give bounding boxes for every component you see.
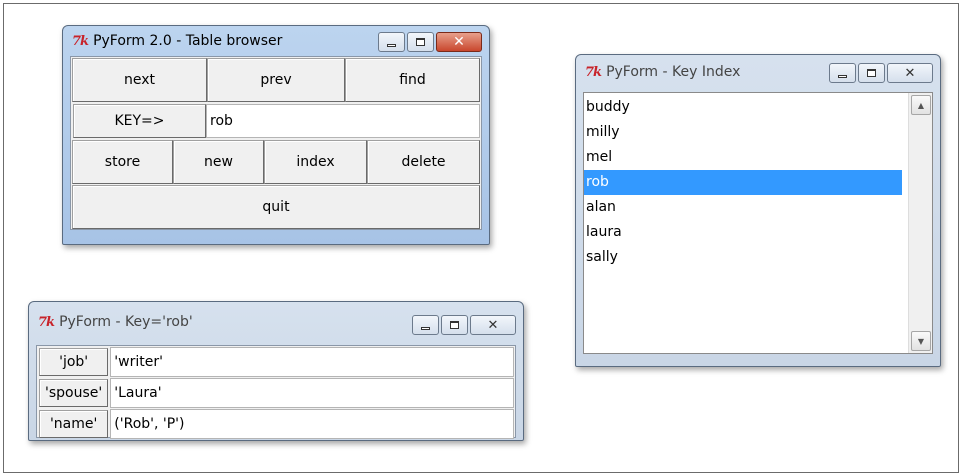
field-row: 'job''writer' (38, 347, 514, 377)
window-title: PyForm - Key='rob' (59, 314, 193, 330)
maximize-button[interactable] (407, 32, 434, 52)
field-row: 'name' ('Rob', 'P') (38, 409, 514, 439)
record-fields: 'job''writer''spouse' 'Laura''name' ('Rob'… (38, 347, 514, 439)
close-icon: ✕ (487, 317, 499, 333)
record-client: 'job''writer''spouse' 'Laura''name' ('Rob'… (36, 345, 516, 439)
tk-feather-icon: 7k (38, 314, 55, 330)
key-index-titlebar[interactable]: 7k PyForm - Key Index ✕ (583, 55, 933, 89)
minimize-icon (421, 326, 430, 330)
vertical-scrollbar[interactable]: ▲ ▼ (908, 93, 932, 353)
field-key-label: 'job' (39, 348, 109, 376)
minimize-button[interactable] (412, 315, 439, 335)
key-index-listbox[interactable]: buddy milly mel rob alan laura sally ▲ ▼ (583, 92, 933, 354)
list-item[interactable]: rob (584, 170, 902, 195)
minimize-icon (387, 43, 396, 47)
table-browser-window: 7k PyForm 2.0 - Table browser ✕ next pre… (62, 25, 490, 245)
list-item[interactable]: alan (584, 195, 902, 220)
scroll-down-button[interactable]: ▼ (911, 331, 931, 351)
maximize-button[interactable] (441, 315, 468, 335)
list-item[interactable]: sally (584, 245, 902, 270)
scroll-up-icon: ▲ (917, 100, 925, 110)
field-value-input[interactable]: 'Laura' (110, 378, 514, 408)
scroll-down-icon: ▼ (917, 336, 925, 346)
close-icon: ✕ (904, 65, 916, 81)
close-button[interactable]: ✕ (436, 32, 482, 52)
maximize-button[interactable] (858, 63, 885, 83)
field-key-label: 'name' (39, 410, 109, 438)
key-label-button[interactable]: KEY=> (73, 104, 206, 138)
list-item[interactable]: laura (584, 220, 902, 245)
minimize-button[interactable] (378, 32, 405, 52)
next-button[interactable]: next (72, 58, 207, 102)
find-button[interactable]: find (345, 58, 480, 102)
delete-button[interactable]: delete (367, 140, 480, 184)
quit-button[interactable]: quit (72, 185, 480, 229)
close-button[interactable]: ✕ (470, 315, 516, 335)
key-list: buddy milly mel rob alan laura sally (584, 95, 902, 270)
list-item[interactable]: mel (584, 145, 902, 170)
field-key-label: 'spouse' (39, 379, 109, 407)
maximize-icon (416, 38, 425, 46)
store-button[interactable]: store (72, 140, 173, 184)
table-browser-titlebar[interactable]: 7k PyForm 2.0 - Table browser ✕ (70, 26, 482, 56)
record-titlebar[interactable]: 7k PyForm - Key='rob' ✕ (36, 302, 516, 342)
maximize-icon (450, 321, 459, 329)
index-button[interactable]: index (264, 140, 367, 184)
tk-feather-icon: 7k (72, 33, 89, 49)
field-row: 'spouse' 'Laura' (38, 378, 514, 408)
minimize-button[interactable] (829, 63, 856, 83)
close-button[interactable]: ✕ (887, 63, 933, 83)
minimize-icon (838, 74, 847, 78)
field-value-input[interactable]: ('Rob', 'P') (110, 409, 514, 439)
field-value-input[interactable]: 'writer' (110, 347, 514, 377)
list-item[interactable]: buddy (584, 95, 902, 120)
maximize-icon (867, 69, 876, 77)
tk-feather-icon: 7k (585, 64, 602, 80)
window-title: PyForm 2.0 - Table browser (93, 33, 283, 49)
record-window: 7k PyForm - Key='rob' ✕ 'job''writer''sp… (28, 301, 524, 441)
list-item[interactable]: milly (584, 120, 902, 145)
table-browser-client: next prev find KEY=> rob store new index… (70, 56, 482, 230)
close-icon: ✕ (453, 34, 465, 50)
window-title: PyForm - Key Index (606, 64, 741, 80)
prev-button[interactable]: prev (207, 58, 345, 102)
key-index-window: 7k PyForm - Key Index ✕ buddy milly mel rob… (575, 54, 941, 367)
new-button[interactable]: new (173, 140, 264, 184)
scroll-up-button[interactable]: ▲ (911, 95, 931, 115)
key-input[interactable]: rob (206, 104, 480, 138)
